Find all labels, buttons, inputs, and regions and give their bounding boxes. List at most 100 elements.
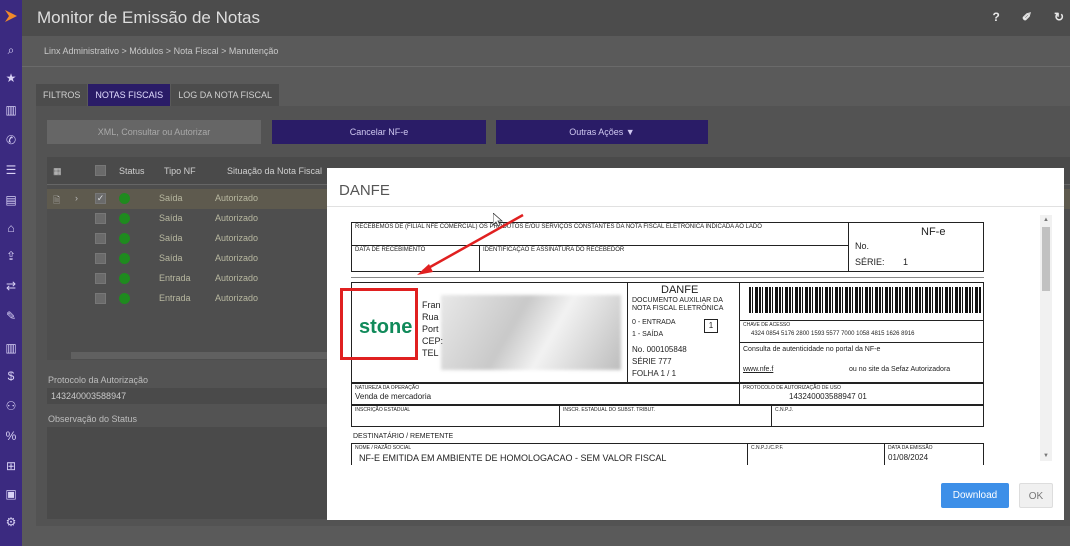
protocolo-label: Protocolo da Autorização: [48, 375, 149, 385]
status-dot: [119, 193, 130, 204]
search-icon[interactable]: ⌕: [3, 42, 19, 58]
status-dot: [119, 213, 130, 224]
danfe-dialog: DANFE RECEBEMOS DE (FILIAL NFE COMERCIAL…: [327, 168, 1064, 520]
row-checkbox[interactable]: [95, 213, 106, 224]
ie-st-label: INSCR. ESTADUAL DO SUBST. TRIBUT.: [563, 407, 656, 413]
document-icon[interactable]: ▣: [3, 486, 19, 502]
consulta-link[interactable]: www.nfe.f: [743, 366, 773, 373]
expand-icon[interactable]: ›: [75, 193, 78, 203]
protocolo-field[interactable]: 143240003588947: [47, 388, 327, 404]
tools-icon[interactable]: ✎: [3, 308, 19, 324]
scroll-down-arrow[interactable]: ▼: [1040, 451, 1052, 461]
serie-value: 1: [903, 257, 909, 267]
cell-situacao: Autorizado: [215, 233, 259, 243]
row-checkbox[interactable]: [95, 273, 106, 284]
observacao-label: Observação do Status: [48, 414, 138, 424]
no-label: No.: [855, 241, 870, 251]
select-all-checkbox[interactable]: [95, 165, 106, 176]
divider: [739, 282, 740, 383]
report-icon[interactable]: ▥: [3, 340, 19, 356]
divider: [559, 405, 560, 427]
tab-notas-fiscais[interactable]: NOTAS FISCAIS: [88, 84, 171, 106]
data-emissao-label: DATA DA EMISSÃO: [888, 445, 933, 451]
consulta-tail: ou no site da Sefaz Autorizadora: [849, 366, 951, 373]
serie-label: SÉRIE:: [855, 257, 885, 267]
other-actions-button[interactable]: Outras Ações ▼: [496, 120, 708, 144]
left-nav-rail: ⌕ ★ ▥ ✆ ☰ ▤ ⌂ ⇪ ⇄ ✎ ▥ $ ⚇ % ⊞ ▣ ⚙: [0, 0, 22, 546]
viewer-scrollbar[interactable]: ▲ ▼: [1040, 215, 1052, 461]
cell-situacao: Autorizado: [215, 293, 259, 303]
tipo-box: 1: [704, 319, 718, 333]
xml-input[interactable]: XML, Consultar ou Autorizar: [47, 120, 261, 144]
help-icon[interactable]: ?: [993, 10, 1000, 24]
divider: [747, 443, 748, 465]
ie-box: [351, 405, 984, 427]
column-tipo-nf[interactable]: Tipo NF: [164, 166, 196, 176]
refresh-icon[interactable]: ↻: [1054, 10, 1064, 24]
bar-chart-icon[interactable]: ▥: [3, 102, 19, 118]
star-icon[interactable]: ★: [3, 70, 19, 86]
breadcrumb: Linx Administrativo > Módulos > Nota Fis…: [44, 46, 279, 56]
tab-filtros[interactable]: FILTROS: [36, 84, 88, 106]
dollar-icon[interactable]: $: [3, 368, 19, 384]
danfe-sub2: NOTA FISCAL ELETRÔNICA: [632, 305, 724, 312]
phone-icon[interactable]: ✆: [3, 132, 19, 148]
danfe-title: DANFE: [661, 284, 699, 296]
scroll-thumb[interactable]: [1042, 227, 1050, 291]
page-title: Monitor de Emissão de Notas: [37, 8, 260, 27]
mouse-cursor-icon: [493, 213, 503, 227]
top-actions: ? ✐ ↻: [993, 10, 1064, 24]
cell-situacao: Autorizado: [215, 273, 259, 283]
percent-icon[interactable]: %: [3, 428, 19, 444]
cell-tipo: Saída: [159, 193, 183, 203]
grid-menu-icon[interactable]: ▦: [53, 166, 62, 177]
danfe-viewer[interactable]: RECEBEMOS DE (FILIAL NFE COMERCIAL) OS P…: [339, 211, 1054, 465]
document-icon[interactable]: 🗎: [53, 193, 60, 209]
divider: [739, 342, 984, 343]
tab-log-nota-fiscal[interactable]: LOG DA NOTA FISCAL: [171, 84, 280, 106]
column-status[interactable]: Status: [119, 166, 145, 176]
cell-situacao: Autorizado: [215, 213, 259, 223]
store-icon[interactable]: ⌂: [3, 220, 19, 236]
cell-tipo: Entrada: [159, 293, 191, 303]
cnpj-cpf-label: C.N.P.J./C.P.F.: [751, 445, 784, 451]
cell-tipo: Saída: [159, 213, 183, 223]
danfe-sub1: DOCUMENTO AUXILIAR DA: [632, 297, 723, 304]
users-icon[interactable]: ⚇: [3, 398, 19, 414]
top-bar: Monitor de Emissão de Notas ? ✐ ↻: [22, 0, 1070, 36]
cell-tipo: Saída: [159, 233, 183, 243]
chave-label: CHAVE DE ACESSO: [743, 322, 791, 328]
folha-label: FOLHA 1 / 1: [632, 369, 677, 378]
eraser-icon[interactable]: ✐: [1022, 10, 1032, 24]
barcode: [749, 287, 981, 313]
row-checkbox[interactable]: [95, 253, 106, 264]
entrada-label: 0 - ENTRADA: [632, 319, 676, 326]
red-arrow: [417, 213, 524, 275]
column-situacao[interactable]: Situação da Nota Fiscal: [227, 166, 322, 176]
status-dot: [119, 253, 130, 264]
cnpj-label: C.N.P.J.: [775, 407, 793, 413]
settings-icon[interactable]: ⚙: [3, 514, 19, 530]
ie-label: INSCRIÇÃO ESTADUAL: [355, 407, 411, 413]
row-checkbox[interactable]: ✓: [95, 193, 106, 204]
scroll-up-arrow[interactable]: ▲: [1040, 215, 1052, 225]
row-checkbox[interactable]: [95, 233, 106, 244]
blurred-issuer-info: [441, 295, 621, 370]
cell-tipo: Entrada: [159, 273, 191, 283]
list-icon[interactable]: ☰: [3, 162, 19, 178]
row-checkbox[interactable]: [95, 293, 106, 304]
divider: [884, 443, 885, 465]
tab-bar: FILTROS NOTAS FISCAIS LOG DA NOTA FISCAL: [36, 84, 280, 106]
ok-button[interactable]: OK: [1019, 483, 1053, 508]
download-button[interactable]: Download: [941, 483, 1009, 508]
horizontal-scrollbar[interactable]: [71, 352, 351, 359]
contact-card-icon[interactable]: ▤: [3, 192, 19, 208]
chave-value: 4324 0854 5176 2800 1593 5577 7000 1058 …: [751, 331, 915, 337]
nfe-label: NF-e: [921, 226, 946, 238]
data-emissao-value: 01/08/2024: [888, 453, 929, 462]
observacao-field[interactable]: [47, 427, 327, 519]
transfer-icon[interactable]: ⇄: [3, 278, 19, 294]
cancel-nfe-button[interactable]: Cancelar NF-e: [272, 120, 486, 144]
upload-icon[interactable]: ⇪: [3, 248, 19, 264]
cart-icon[interactable]: ⊞: [3, 458, 19, 474]
